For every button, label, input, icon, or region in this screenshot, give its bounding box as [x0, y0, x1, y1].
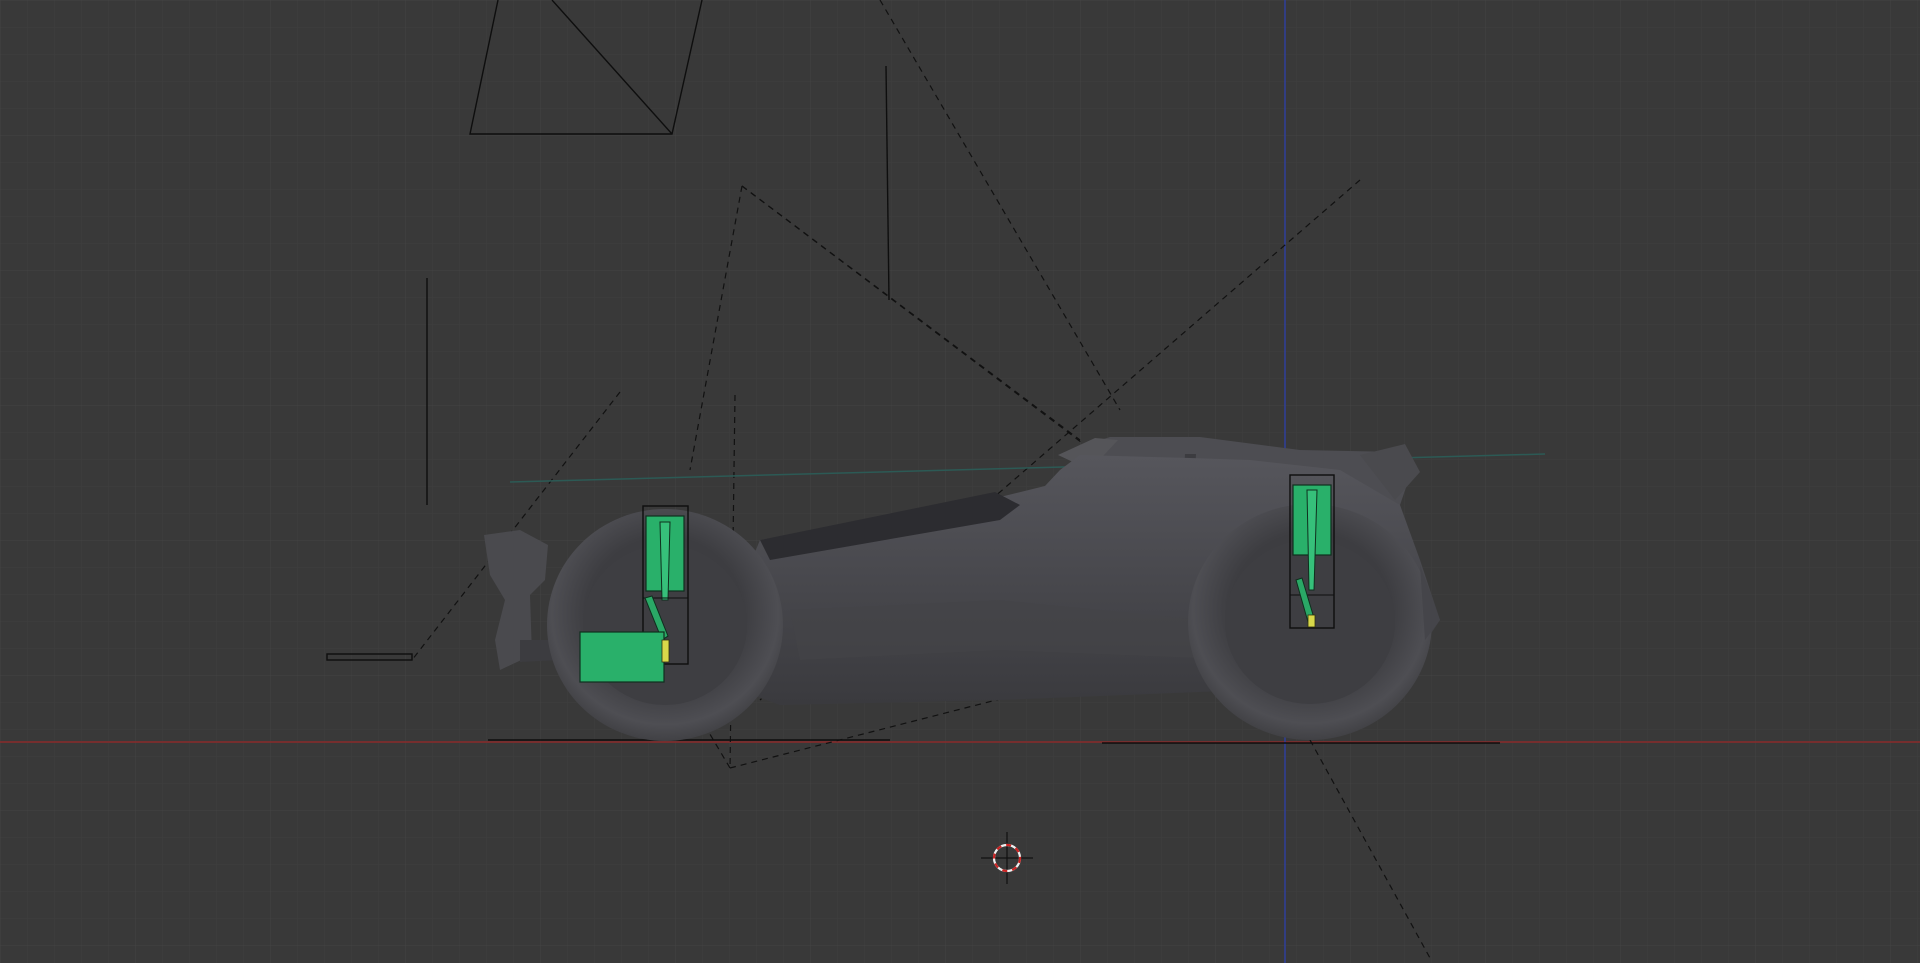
3d-viewport[interactable]: [0, 0, 1920, 963]
viewport-grid-major: [0, 0, 1920, 963]
